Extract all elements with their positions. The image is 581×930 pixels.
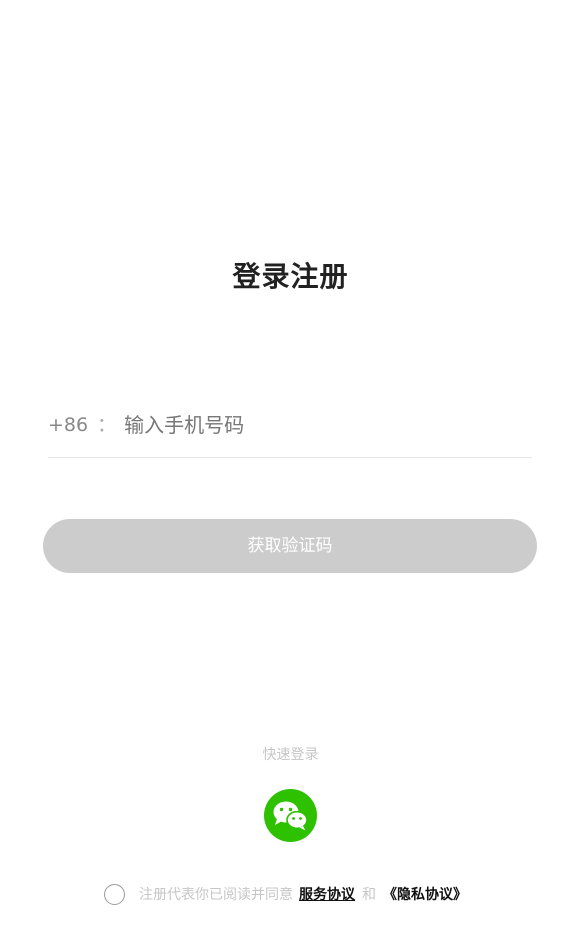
quick-login-label: 快速登录	[262, 747, 319, 763]
privacy-agreement-link[interactable]: 《隐私协议》	[383, 884, 467, 904]
page-title: 登录注册	[232, 260, 349, 293]
wechat-icon	[273, 801, 308, 830]
login-screen: 登录注册 +86 ： 获取验证码 快速登录 注册代表你已阅读并同意 服务协议 和…	[0, 0, 581, 930]
agreement-checkbox[interactable]	[104, 883, 125, 905]
phone-input-row: +86 ：	[48, 405, 532, 458]
country-code[interactable]: +86	[48, 409, 88, 441]
phone-number-input[interactable]	[124, 409, 505, 441]
agreement-and-text: 和	[362, 887, 376, 903]
agreement-text: 注册代表你已阅读并同意	[139, 887, 293, 903]
get-verification-code-button[interactable]: 获取验证码	[43, 519, 537, 573]
service-agreement-link[interactable]: 服务协议	[299, 884, 355, 904]
country-code-separator: ：	[97, 414, 117, 436]
agreement-row: 注册代表你已阅读并同意 服务协议 和 《隐私协议》	[104, 882, 467, 906]
wechat-login-button[interactable]	[264, 789, 317, 842]
